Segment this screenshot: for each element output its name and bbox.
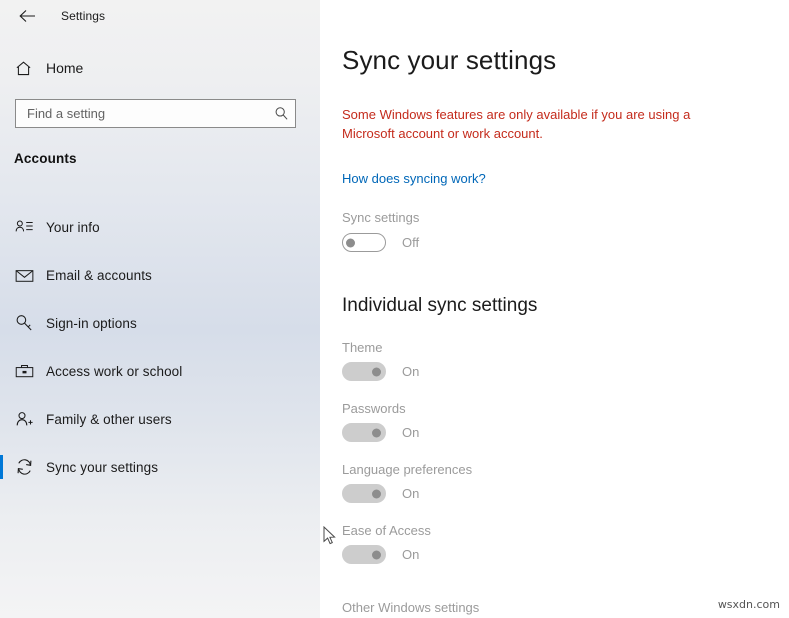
selection-accent (0, 455, 3, 479)
search-box[interactable] (15, 99, 296, 128)
sync-settings-toggle-state: Off (402, 235, 420, 250)
back-button[interactable] (8, 0, 46, 32)
main-content: Sync your settings Some Windows features… (320, 0, 789, 618)
toggle-state: On (402, 547, 420, 562)
settings-window: Settings Home Accounts (0, 0, 789, 618)
user-info-icon (2, 219, 46, 235)
sync-settings-toggle[interactable] (342, 233, 386, 252)
sidebar-item-access-work-or-school[interactable]: Access work or school (0, 347, 320, 395)
window-title: Settings (61, 9, 106, 23)
sidebar-item-family-other-users[interactable]: Family & other users (0, 395, 320, 443)
page-title: Sync your settings (342, 45, 557, 75)
search-icon[interactable] (267, 106, 295, 121)
setting-label: Theme (342, 340, 383, 355)
passwords-toggle[interactable] (342, 423, 386, 442)
sidebar-item-label: Sign-in options (46, 315, 137, 331)
toggle-row: On (342, 362, 762, 381)
key-icon (2, 314, 46, 332)
sidebar-nav: Your info Email & accounts Sign-in optio… (0, 203, 320, 491)
other-windows-settings-label: Other Windows settings (342, 600, 480, 615)
toggle-knob (372, 489, 381, 498)
toggle-state: On (402, 425, 420, 440)
back-arrow-icon (18, 9, 36, 23)
sidebar-item-sync-your-settings[interactable]: Sync your settings (0, 443, 320, 491)
sidebar-item-label: Family & other users (46, 411, 172, 427)
sidebar-item-label: Access work or school (46, 363, 183, 379)
selection-accent (0, 407, 3, 431)
sidebar-item-home-label: Home (46, 60, 84, 76)
sidebar-item-label: Sync your settings (46, 459, 159, 475)
list-item: Theme On (342, 340, 762, 381)
watermark: wsxdn.com (717, 598, 780, 611)
search-input[interactable] (16, 106, 267, 121)
sync-settings-group: Sync settings Off (342, 210, 419, 252)
sync-settings-label: Sync settings (342, 210, 420, 225)
selection-accent (0, 215, 3, 239)
individual-sync-settings-heading: Individual sync settings (342, 295, 538, 316)
ease-of-access-toggle[interactable] (342, 545, 386, 564)
envelope-icon (2, 268, 46, 283)
setting-label: Passwords (342, 401, 406, 416)
theme-toggle[interactable] (342, 362, 386, 381)
how-does-syncing-work-link[interactable]: How does syncing work? (342, 171, 486, 186)
individual-sync-settings-list: Theme On Passwords On Language preferenc… (342, 340, 762, 584)
account-warning-message: Some Windows features are only available… (342, 107, 691, 141)
toggle-row: On (342, 423, 762, 442)
list-item: Passwords On (342, 401, 762, 442)
setting-label: Language preferences (342, 462, 473, 477)
add-user-icon (2, 411, 46, 428)
toggle-state: On (402, 486, 420, 501)
sidebar-item-home[interactable]: Home (0, 52, 300, 84)
list-item: Ease of Access On (342, 523, 762, 564)
sidebar-item-label: Your info (46, 219, 100, 235)
toggle-row: On (342, 484, 762, 503)
setting-label: Ease of Access (342, 523, 431, 538)
selection-accent (0, 359, 3, 383)
sync-settings-toggle-row: Off (342, 233, 419, 252)
sidebar-item-your-info[interactable]: Your info (0, 203, 320, 251)
toggle-state: On (402, 364, 420, 379)
selection-accent (0, 311, 3, 335)
sync-icon (2, 458, 46, 476)
sidebar-item-email-accounts[interactable]: Email & accounts (0, 251, 320, 299)
briefcase-icon (2, 363, 46, 379)
toggle-row: On (342, 545, 762, 564)
toggle-knob (346, 238, 355, 247)
toggle-knob (372, 367, 381, 376)
list-item: Language preferences On (342, 462, 762, 503)
home-icon (0, 60, 46, 77)
toggle-knob (372, 550, 381, 559)
sidebar-item-label: Email & accounts (46, 267, 152, 283)
selection-accent (0, 263, 3, 287)
language-preferences-toggle[interactable] (342, 484, 386, 503)
sidebar: Settings Home Accounts (0, 0, 320, 618)
sidebar-item-sign-in-options[interactable]: Sign-in options (0, 299, 320, 347)
toggle-knob (372, 428, 381, 437)
sidebar-section-title: Accounts (14, 151, 77, 166)
